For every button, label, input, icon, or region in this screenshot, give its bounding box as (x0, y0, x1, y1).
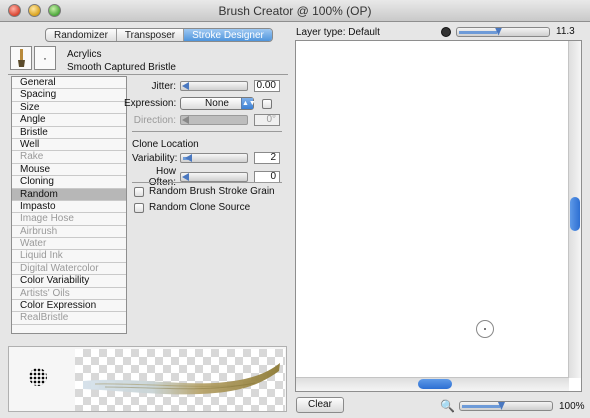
category-item[interactable]: Size (12, 102, 126, 115)
zoom-control: 🔍 100% (440, 399, 585, 413)
zoom-slider[interactable] (458, 401, 553, 411)
brush-category-name: Acrylics (67, 49, 102, 60)
how-often-label: How Often: (149, 166, 176, 188)
clone-location-header: Clone Location (132, 139, 199, 150)
random-clone-label: Random Clone Source (149, 202, 251, 213)
category-item[interactable]: Random (12, 188, 126, 201)
brush-size-value: 11.3 (556, 26, 575, 37)
variability-field[interactable]: 2 (254, 152, 280, 164)
tab-randomizer[interactable]: Randomizer (46, 29, 117, 41)
zoom-value: 100% (558, 400, 585, 412)
stroke-preview-area (75, 349, 285, 411)
dab-dot-icon: · (43, 51, 47, 65)
brush-selector: · (10, 46, 56, 70)
category-item: Airbrush (12, 226, 126, 239)
category-item[interactable]: Color Expression (12, 300, 126, 313)
popup-arrows-icon: ▲▼ (241, 98, 256, 109)
slider-knob[interactable] (182, 173, 189, 181)
brush-dab-icon (441, 26, 451, 37)
brush-variant-name: Smooth Captured Bristle (67, 62, 176, 73)
cursor-center-dot (484, 328, 486, 330)
slider-knob (182, 116, 189, 124)
expression-popup[interactable]: None ▲▼ (180, 97, 256, 110)
category-item[interactable]: Well (12, 139, 126, 152)
brushstroke-preview-icon (83, 363, 280, 395)
dab-preview (29, 368, 47, 386)
stroke-preview (8, 346, 287, 412)
horizontal-scroll-thumb[interactable] (418, 379, 452, 389)
category-list: General Spacing Size Angle Bristle Well Rake Mo… (11, 76, 127, 334)
vertical-scrollbar[interactable] (568, 41, 581, 378)
jitter-field[interactable]: 0.00 (254, 80, 280, 92)
expression-label: Expression: (124, 98, 177, 109)
tab-transposer[interactable]: Transposer (117, 29, 185, 41)
divider (8, 74, 288, 75)
category-item: Digital Watercolor (12, 263, 126, 276)
category-item[interactable]: General (12, 77, 126, 90)
category-item: Liquid Ink (12, 250, 126, 263)
window-title: Brush Creator @ 100% (OP) (218, 4, 372, 18)
brush-category-button[interactable] (10, 46, 32, 70)
direction-field: 0° (254, 114, 280, 126)
tab-stroke-designer[interactable]: Stroke Designer (184, 29, 272, 41)
category-item[interactable]: Color Variability (12, 275, 126, 288)
category-item[interactable]: Cloning (12, 176, 126, 189)
divider (132, 182, 282, 183)
jitter-label: Jitter: (151, 80, 176, 92)
brush-creator-window: Brush Creator @ 100% (OP) Randomizer Tra… (0, 0, 590, 418)
slider-knob[interactable] (185, 154, 192, 162)
slider-knob[interactable] (182, 82, 189, 90)
direction-slider (180, 115, 248, 125)
stroke-designer-panel: · Acrylics Smooth Captured Bristle Gener… (8, 44, 288, 336)
category-item: Water (12, 238, 126, 251)
category-item[interactable]: Bristle (12, 127, 126, 139)
category-item[interactable]: Angle (12, 114, 126, 127)
clear-button[interactable]: Clear (296, 397, 344, 413)
random-grain-checkbox[interactable] (134, 186, 144, 197)
paintbrush-icon (18, 49, 25, 67)
vertical-scroll-thumb[interactable] (570, 197, 580, 231)
jitter-slider[interactable] (180, 81, 248, 91)
layer-type-label: Layer type: Default (296, 27, 380, 38)
variability-label: Variability: (132, 152, 178, 164)
category-item: Rake (12, 151, 126, 164)
title-bar: Brush Creator @ 100% (OP) (0, 0, 590, 22)
slider-fill (461, 405, 500, 408)
variability-slider[interactable] (180, 153, 248, 163)
random-clone-checkbox[interactable] (134, 202, 144, 213)
slider-fill (459, 30, 497, 34)
category-item: RealBristle (12, 312, 126, 325)
category-item[interactable]: Mouse (12, 164, 126, 177)
brush-size-slider[interactable] (456, 26, 550, 37)
brush-variant-button[interactable]: · (34, 46, 56, 70)
category-item[interactable]: Spacing (12, 89, 126, 102)
expression-invert-checkbox[interactable] (262, 98, 272, 109)
how-often-slider[interactable] (180, 172, 248, 182)
preview-canvas[interactable] (295, 40, 582, 392)
tab-bar: Randomizer Transposer Stroke Designer (45, 28, 273, 42)
direction-label: Direction: (133, 114, 176, 126)
brush-cursor (476, 320, 494, 338)
expression-value: None (205, 98, 229, 109)
horizontal-scrollbar[interactable] (296, 377, 569, 391)
magnifier-icon: 🔍 (440, 399, 455, 413)
divider (132, 131, 282, 132)
random-grain-label: Random Brush Stroke Grain (149, 186, 275, 197)
category-item: Image Hose (12, 213, 126, 226)
category-item: Artists' Oils (12, 288, 126, 301)
category-item[interactable]: Impasto (12, 201, 126, 214)
brush-size-control: 11.3 (441, 26, 575, 37)
